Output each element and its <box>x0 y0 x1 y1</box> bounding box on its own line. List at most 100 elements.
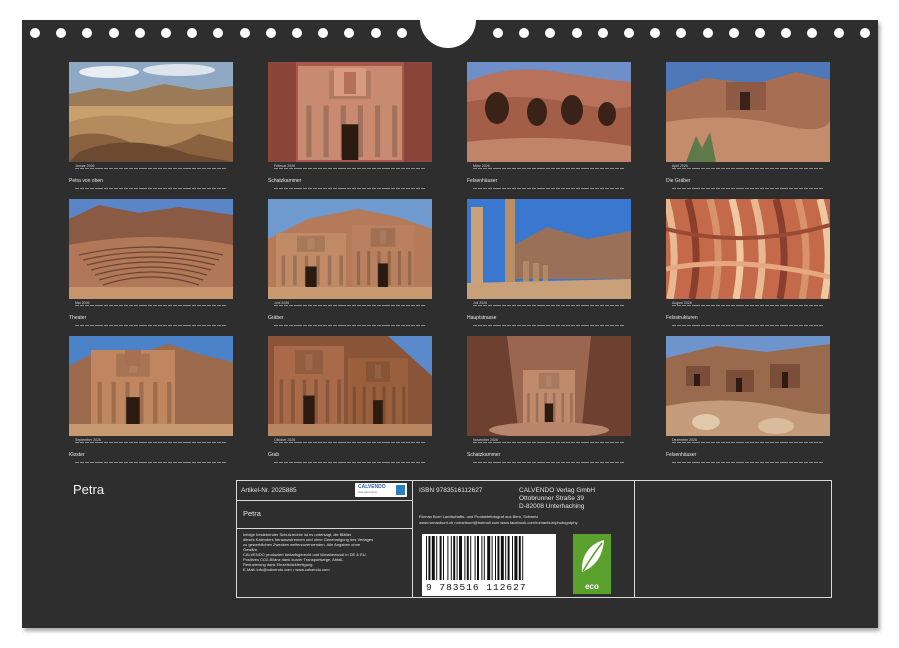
day-mark <box>745 462 750 463</box>
day-mark <box>735 462 740 463</box>
calendar-title: Petra <box>73 482 105 497</box>
day-mark <box>172 462 177 463</box>
day-strip <box>274 442 426 463</box>
day-mark <box>322 325 327 326</box>
day-mark <box>99 305 104 306</box>
month-caption: Felsstrukturen <box>666 315 698 321</box>
day-mark <box>357 325 362 326</box>
day-mark <box>590 305 595 306</box>
day-mark <box>502 325 507 326</box>
day-mark <box>327 188 332 189</box>
day-mark <box>313 325 318 326</box>
day-mark <box>352 305 357 306</box>
barcode-bar <box>459 536 462 580</box>
day-mark <box>701 188 706 189</box>
day-mark <box>473 305 477 306</box>
day-mark <box>376 305 381 306</box>
day-mark <box>396 325 401 326</box>
day-mark <box>75 462 79 463</box>
day-mark <box>283 168 288 169</box>
day-mark <box>600 442 605 443</box>
day-mark <box>128 305 133 306</box>
day-mark <box>482 442 487 443</box>
day-mark <box>600 168 605 169</box>
article-number: Artikel-Nr. 2025885 <box>241 487 297 494</box>
barcode-bar <box>450 536 452 580</box>
day-mark <box>298 168 303 169</box>
day-mark <box>676 168 681 169</box>
day-mark <box>366 325 371 326</box>
day-mark <box>517 188 522 189</box>
day-mark <box>789 442 794 443</box>
day-mark <box>477 462 482 463</box>
day-mark <box>541 188 546 189</box>
day-mark <box>342 462 347 463</box>
day-mark <box>590 462 595 463</box>
day-mark <box>192 462 197 463</box>
day-mark <box>487 442 492 443</box>
binding-hole <box>161 28 171 38</box>
day-mark <box>808 168 813 169</box>
day-mark <box>595 188 600 189</box>
barcode-bar <box>447 536 449 580</box>
month-photo <box>666 62 830 162</box>
day-mark <box>318 462 323 463</box>
binding-hole <box>239 28 250 38</box>
day-mark <box>313 442 318 443</box>
day-mark <box>526 325 531 326</box>
day-mark <box>114 188 119 189</box>
legal-line: zu gewerblichen Zwecken weiterzuverwende… <box>243 542 361 547</box>
day-mark <box>507 442 512 443</box>
day-mark <box>502 188 507 189</box>
day-mark <box>706 188 711 189</box>
day-mark <box>720 442 725 443</box>
month-caption: Theater <box>69 315 87 321</box>
month-photo <box>69 199 233 299</box>
barcode-bar <box>474 536 476 580</box>
day-mark <box>609 305 614 306</box>
day-mark <box>492 442 497 443</box>
day-mark <box>794 188 799 189</box>
day-mark <box>114 325 119 326</box>
day-mark <box>158 462 163 463</box>
day-mark <box>347 462 352 463</box>
day-mark <box>167 442 172 443</box>
day-mark <box>720 325 725 326</box>
day-mark <box>332 325 337 326</box>
day-mark <box>182 168 187 169</box>
day-mark <box>158 305 163 306</box>
day-mark <box>541 462 546 463</box>
barcode-bar <box>518 536 521 580</box>
day-mark <box>521 462 526 463</box>
day-mark <box>148 442 153 443</box>
day-mark <box>104 305 109 306</box>
day-mark <box>531 442 536 443</box>
binding-hole <box>781 28 792 38</box>
day-mark <box>216 305 221 306</box>
day-mark <box>211 442 216 443</box>
day-mark <box>497 325 502 326</box>
day-mark <box>696 325 701 326</box>
day-mark <box>691 462 696 463</box>
day-mark <box>396 442 401 443</box>
day-mark <box>556 188 561 189</box>
day-mark <box>153 188 158 189</box>
day-mark <box>415 462 420 463</box>
day-mark <box>580 305 585 306</box>
day-mark <box>794 462 799 463</box>
day-mark <box>541 168 546 169</box>
day-mark <box>701 168 706 169</box>
day-mark <box>755 168 760 169</box>
day-mark <box>293 188 298 189</box>
day-mark <box>482 305 487 306</box>
day-strip <box>75 168 227 189</box>
day-mark <box>799 325 804 326</box>
day-mark <box>177 442 182 443</box>
day-mark <box>696 442 701 443</box>
day-mark <box>575 188 580 189</box>
day-mark <box>536 462 541 463</box>
day-mark <box>716 188 721 189</box>
day-mark <box>546 442 551 443</box>
day-mark <box>691 442 696 443</box>
day-mark <box>119 442 124 443</box>
